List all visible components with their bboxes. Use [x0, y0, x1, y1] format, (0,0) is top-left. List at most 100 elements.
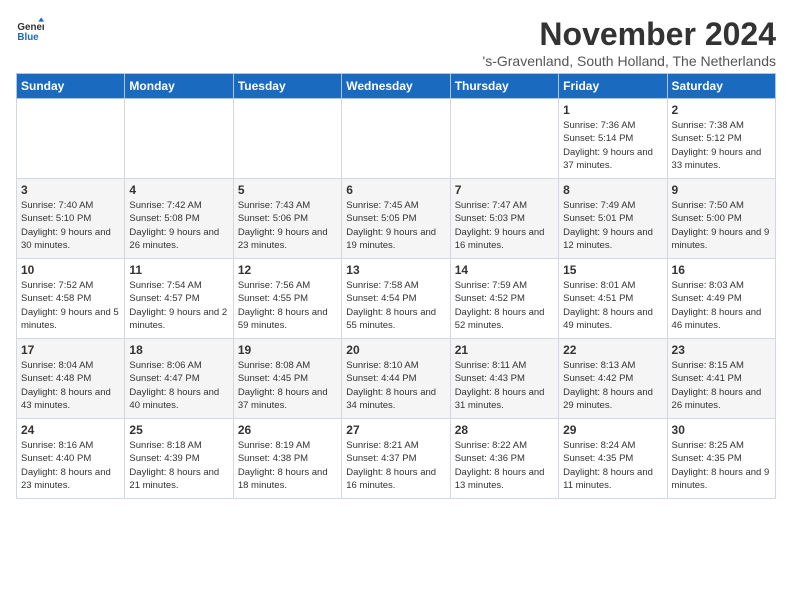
calendar-cell: 10 Sunrise: 7:52 AMSunset: 4:58 PMDayligh… [17, 259, 125, 339]
calendar-cell: 5Sunrise: 7:43 AMSunset: 5:06 PMDaylight… [233, 179, 341, 259]
day-info: Sunrise: 7:56 AMSunset: 4:55 PMDaylight:… [238, 279, 337, 332]
weekday-header: Tuesday [233, 74, 341, 99]
calendar-cell: 23 Sunrise: 8:15 AMSunset: 4:41 PMDayligh… [667, 339, 775, 419]
day-info: Sunrise: 7:59 AMSunset: 4:52 PMDaylight:… [455, 279, 554, 332]
day-number: 14 [455, 263, 554, 277]
day-number: 5 [238, 183, 337, 197]
day-info: Sunrise: 7:45 AMSunset: 5:05 PMDaylight:… [346, 199, 445, 252]
logo-icon: General Blue [16, 16, 44, 44]
calendar-cell: 13Sunrise: 7:58 AMSunset: 4:54 PMDayligh… [342, 259, 450, 339]
calendar-cell: 7Sunrise: 7:47 AMSunset: 5:03 PMDaylight… [450, 179, 558, 259]
calendar-table: SundayMondayTuesdayWednesdayThursdayFrid… [16, 73, 776, 499]
day-number: 11 [129, 263, 228, 277]
day-number: 17 [21, 343, 120, 357]
day-number: 25 [129, 423, 228, 437]
day-number: 19 [238, 343, 337, 357]
day-info: Sunrise: 7:52 AMSunset: 4:58 PMDaylight:… [21, 279, 120, 332]
day-number: 28 [455, 423, 554, 437]
calendar-cell: 25 Sunrise: 8:18 AMSunset: 4:39 PMDayligh… [125, 419, 233, 499]
calendar-cell: 2 Sunrise: 7:38 AMSunset: 5:12 PMDaylight… [667, 99, 775, 179]
calendar-cell: 8 Sunrise: 7:49 AMSunset: 5:01 PMDaylight… [559, 179, 667, 259]
day-info: Sunrise: 8:08 AMSunset: 4:45 PMDaylight:… [238, 359, 337, 412]
day-info: Sunrise: 8:13 AMSunset: 4:42 PMDaylight:… [563, 359, 662, 412]
weekday-header: Monday [125, 74, 233, 99]
calendar-cell: 3 Sunrise: 7:40 AMSunset: 5:10 PMDaylight… [17, 179, 125, 259]
day-info: Sunrise: 8:16 AMSunset: 4:40 PMDaylight:… [21, 439, 120, 492]
day-number: 9 [672, 183, 771, 197]
calendar-cell: 24Sunrise: 8:16 AMSunset: 4:40 PMDayligh… [17, 419, 125, 499]
calendar-cell: 21Sunrise: 8:11 AMSunset: 4:43 PMDayligh… [450, 339, 558, 419]
title-area: November 2024 's-Gravenland, South Holla… [483, 16, 776, 69]
day-number: 8 [563, 183, 662, 197]
day-info: Sunrise: 7:38 AMSunset: 5:12 PMDaylight:… [672, 119, 771, 172]
day-number: 15 [563, 263, 662, 277]
calendar-week-row: 3 Sunrise: 7:40 AMSunset: 5:10 PMDaylight… [17, 179, 776, 259]
calendar-cell [17, 99, 125, 179]
calendar-cell: 29Sunrise: 8:24 AMSunset: 4:35 PMDayligh… [559, 419, 667, 499]
calendar-cell [125, 99, 233, 179]
day-number: 30 [672, 423, 771, 437]
day-info: Sunrise: 8:21 AMSunset: 4:37 PMDaylight:… [346, 439, 445, 492]
day-number: 10 [21, 263, 120, 277]
day-info: Sunrise: 7:49 AMSunset: 5:01 PMDaylight:… [563, 199, 662, 252]
calendar-cell: 18 Sunrise: 8:06 AMSunset: 4:47 PMDayligh… [125, 339, 233, 419]
calendar-week-row: 1Sunrise: 7:36 AMSunset: 5:14 PMDaylight… [17, 99, 776, 179]
day-number: 4 [129, 183, 228, 197]
day-info: Sunrise: 8:25 AMSunset: 4:35 PMDaylight:… [672, 439, 771, 492]
day-number: 18 [129, 343, 228, 357]
calendar-cell: 17 Sunrise: 8:04 AMSunset: 4:48 PMDayligh… [17, 339, 125, 419]
day-info: Sunrise: 7:54 AMSunset: 4:57 PMDaylight:… [129, 279, 228, 332]
calendar-cell: 9 Sunrise: 7:50 AMSunset: 5:00 PMDaylight… [667, 179, 775, 259]
weekday-header: Thursday [450, 74, 558, 99]
header: General Blue November 2024 's-Gravenland… [16, 16, 776, 69]
logo: General Blue [16, 16, 44, 44]
day-info: Sunrise: 8:15 AMSunset: 4:41 PMDaylight:… [672, 359, 771, 412]
day-info: Sunrise: 8:24 AMSunset: 4:35 PMDaylight:… [563, 439, 662, 492]
day-number: 27 [346, 423, 445, 437]
day-number: 23 [672, 343, 771, 357]
day-info: Sunrise: 8:18 AMSunset: 4:39 PMDaylight:… [129, 439, 228, 492]
month-title: November 2024 [483, 16, 776, 53]
calendar-week-row: 10 Sunrise: 7:52 AMSunset: 4:58 PMDayligh… [17, 259, 776, 339]
day-number: 3 [21, 183, 120, 197]
day-number: 7 [455, 183, 554, 197]
calendar-cell: 19 Sunrise: 8:08 AMSunset: 4:45 PMDayligh… [233, 339, 341, 419]
day-number: 16 [672, 263, 771, 277]
day-info: Sunrise: 8:01 AMSunset: 4:51 PMDaylight:… [563, 279, 662, 332]
calendar-week-row: 17 Sunrise: 8:04 AMSunset: 4:48 PMDayligh… [17, 339, 776, 419]
weekday-header: Saturday [667, 74, 775, 99]
weekday-header: Wednesday [342, 74, 450, 99]
calendar-cell: 27 Sunrise: 8:21 AMSunset: 4:37 PMDayligh… [342, 419, 450, 499]
weekday-header: Friday [559, 74, 667, 99]
day-info: Sunrise: 8:11 AMSunset: 4:43 PMDaylight:… [455, 359, 554, 412]
calendar-cell: 4 Sunrise: 7:42 AMSunset: 5:08 PMDaylight… [125, 179, 233, 259]
day-info: Sunrise: 8:22 AMSunset: 4:36 PMDaylight:… [455, 439, 554, 492]
day-number: 1 [563, 103, 662, 117]
calendar-week-row: 24Sunrise: 8:16 AMSunset: 4:40 PMDayligh… [17, 419, 776, 499]
day-info: Sunrise: 7:50 AMSunset: 5:00 PMDaylight:… [672, 199, 771, 252]
day-info: Sunrise: 8:06 AMSunset: 4:47 PMDaylight:… [129, 359, 228, 412]
day-number: 12 [238, 263, 337, 277]
day-info: Sunrise: 8:03 AMSunset: 4:49 PMDaylight:… [672, 279, 771, 332]
day-info: Sunrise: 7:40 AMSunset: 5:10 PMDaylight:… [21, 199, 120, 252]
calendar-cell: 1Sunrise: 7:36 AMSunset: 5:14 PMDaylight… [559, 99, 667, 179]
calendar-cell: 14 Sunrise: 7:59 AMSunset: 4:52 PMDayligh… [450, 259, 558, 339]
calendar-cell: 30 Sunrise: 8:25 AMSunset: 4:35 PMDayligh… [667, 419, 775, 499]
day-info: Sunrise: 8:04 AMSunset: 4:48 PMDaylight:… [21, 359, 120, 412]
svg-text:Blue: Blue [17, 32, 39, 43]
day-number: 20 [346, 343, 445, 357]
weekday-header-row: SundayMondayTuesdayWednesdayThursdayFrid… [17, 74, 776, 99]
day-info: Sunrise: 7:58 AMSunset: 4:54 PMDaylight:… [346, 279, 445, 332]
calendar-cell [450, 99, 558, 179]
location-title: 's-Gravenland, South Holland, The Nether… [483, 53, 776, 69]
calendar-cell: 12 Sunrise: 7:56 AMSunset: 4:55 PMDayligh… [233, 259, 341, 339]
calendar-cell [342, 99, 450, 179]
day-number: 6 [346, 183, 445, 197]
day-number: 26 [238, 423, 337, 437]
calendar-cell: 26 Sunrise: 8:19 AMSunset: 4:38 PMDayligh… [233, 419, 341, 499]
day-number: 2 [672, 103, 771, 117]
weekday-header: Sunday [17, 74, 125, 99]
day-info: Sunrise: 7:42 AMSunset: 5:08 PMDaylight:… [129, 199, 228, 252]
calendar-cell: 28 Sunrise: 8:22 AMSunset: 4:36 PMDayligh… [450, 419, 558, 499]
day-info: Sunrise: 8:19 AMSunset: 4:38 PMDaylight:… [238, 439, 337, 492]
